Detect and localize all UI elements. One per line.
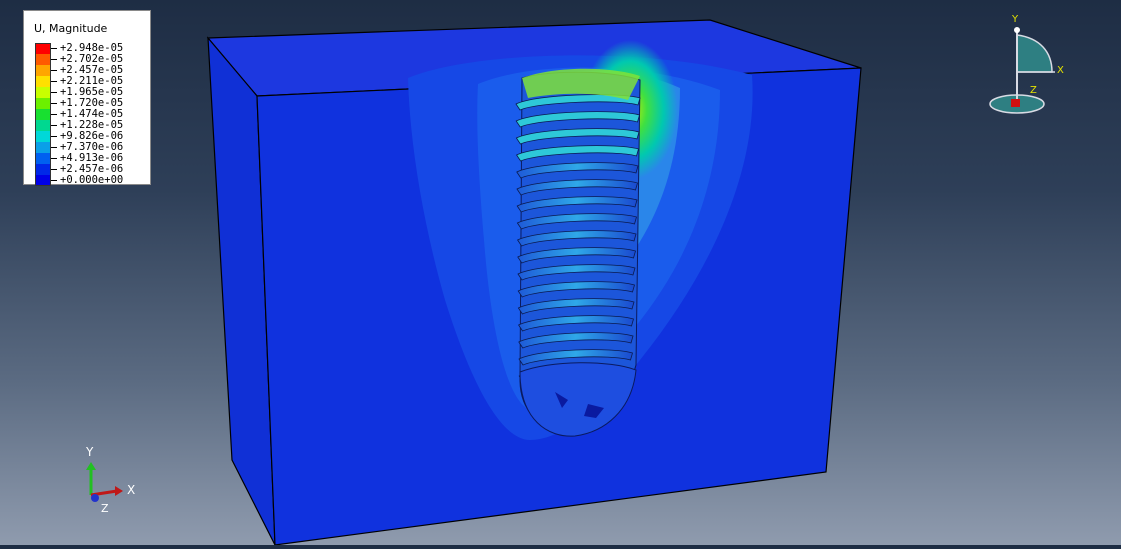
legend-tick bbox=[51, 92, 57, 93]
view-triad: Y X Z bbox=[85, 445, 135, 515]
triad-z-label: Z bbox=[101, 502, 109, 515]
legend-swatch bbox=[35, 43, 51, 54]
legend-swatch bbox=[35, 142, 51, 153]
legend-tick bbox=[51, 180, 57, 181]
legend-tick bbox=[51, 59, 57, 60]
triad-x-label: X bbox=[127, 483, 135, 497]
contour-legend: U, Magnitude +2.948e-05 +2.702e-05 +2.457e… bbox=[23, 10, 151, 186]
legend-tick bbox=[51, 158, 57, 159]
legend-swatch bbox=[35, 98, 51, 109]
legend-tick bbox=[51, 169, 57, 170]
triad-y-label: Y bbox=[85, 445, 94, 459]
legend-swatch bbox=[35, 109, 51, 120]
legend-swatch bbox=[35, 175, 51, 186]
orientation-compass[interactable]: Y X Z bbox=[989, 14, 1064, 114]
legend-swatch bbox=[35, 153, 51, 164]
model-canvas[interactable]: Y X Z Y X Z bbox=[0, 0, 1121, 546]
compass-z-label: Z bbox=[1030, 85, 1037, 96]
legend-tick bbox=[51, 136, 57, 137]
legend-tick bbox=[51, 103, 57, 104]
legend-swatch bbox=[35, 131, 51, 142]
compass-x-label: X bbox=[1057, 65, 1064, 76]
legend-tick bbox=[51, 81, 57, 82]
legend-swatch bbox=[35, 87, 51, 98]
legend-tick bbox=[51, 125, 57, 126]
legend-swatch bbox=[35, 164, 51, 175]
legend-swatch bbox=[35, 54, 51, 65]
legend-swatch bbox=[35, 120, 51, 131]
legend-tick bbox=[51, 114, 57, 115]
legend-tick bbox=[51, 48, 57, 49]
legend-swatch bbox=[35, 76, 51, 87]
legend-swatch bbox=[35, 65, 51, 76]
compass-y-label: Y bbox=[1011, 14, 1019, 25]
legend-value: +0.000e+00 bbox=[60, 174, 124, 186]
legend-tick bbox=[51, 70, 57, 71]
legend-tick bbox=[51, 147, 57, 148]
model-viewport[interactable]: Y X Z Y X Z U, Magnitude +2.948e-05 +2.70… bbox=[0, 0, 1121, 546]
legend-title: U, Magnitude bbox=[34, 22, 108, 35]
